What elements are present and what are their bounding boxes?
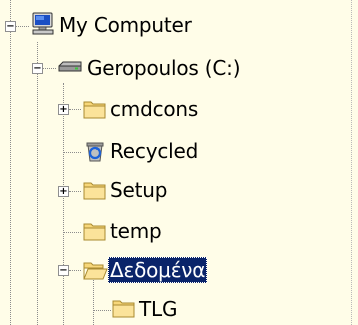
folder-icon	[83, 101, 106, 119]
tree-line	[63, 232, 81, 233]
tree-line	[69, 109, 81, 110]
collapse-expander[interactable]: −	[32, 63, 43, 74]
tree-line	[63, 152, 81, 153]
tree-line	[43, 68, 56, 69]
folder-tree: − My Computer − Geropoulos (C:) + cmdcon…	[0, 0, 358, 325]
tree-line	[63, 83, 64, 325]
collapse-expander[interactable]: −	[58, 265, 69, 276]
tree-item-setup[interactable]: Setup	[108, 177, 169, 203]
recycle-bin-icon	[86, 142, 104, 162]
tree-item-my-computer[interactable]: My Computer	[57, 12, 194, 38]
folder-icon	[83, 223, 106, 241]
computer-icon	[32, 12, 54, 35]
folder-icon	[83, 182, 106, 200]
tree-item-dedomena[interactable]: Δεδομένα	[108, 257, 208, 283]
tree-item-temp[interactable]: temp	[108, 218, 164, 244]
expand-expander[interactable]: +	[58, 104, 69, 115]
tree-line	[10, 0, 11, 325]
tree-line	[93, 310, 111, 311]
collapse-expander[interactable]: −	[5, 21, 16, 32]
tree-item-cmdcons[interactable]: cmdcons	[108, 96, 200, 122]
tree-line	[69, 270, 81, 271]
open-folder-icon	[83, 262, 108, 280]
tree-item-recycled[interactable]: Recycled	[108, 138, 200, 164]
folder-icon	[112, 300, 135, 318]
tree-line	[16, 26, 29, 27]
pane-edge	[351, 0, 353, 325]
drive-icon	[58, 61, 82, 72]
tree-item-tlg[interactable]: TLG	[137, 296, 179, 322]
tree-line	[37, 42, 38, 325]
tree-item-drive[interactable]: Geropoulos (C:)	[85, 55, 242, 81]
tree-line	[69, 191, 81, 192]
expand-expander[interactable]: +	[58, 186, 69, 197]
